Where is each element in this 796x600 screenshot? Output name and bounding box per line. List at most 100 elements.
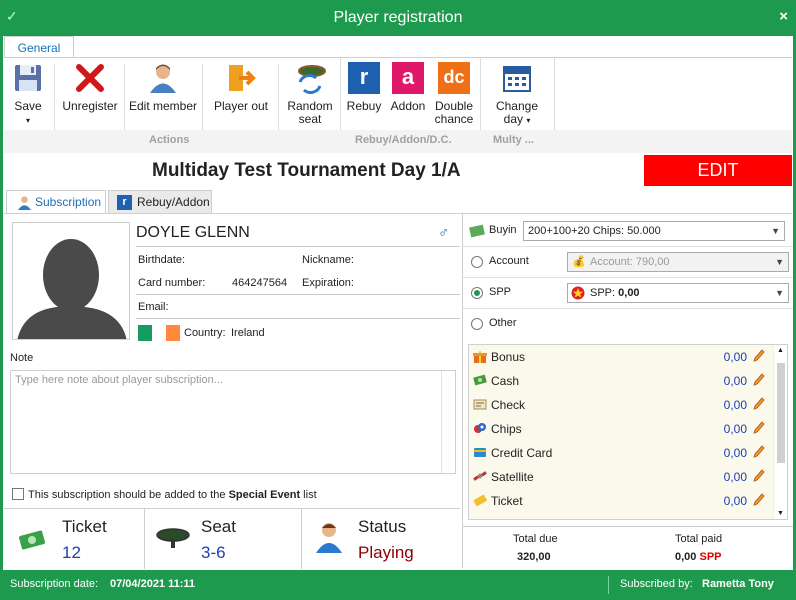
list-item[interactable]: Bonus 0,00 [469,345,773,369]
payment-name: Credit Card [491,446,553,460]
pencil-icon[interactable] [753,373,765,387]
note-scrollbar[interactable] [441,371,455,473]
scroll-up-icon[interactable]: ▲ [777,347,784,354]
note-placeholder: Type here note about player subscription… [15,374,223,386]
payment-value: 0,00 [723,374,747,388]
spp-row: SPP SPP: 0,00 ▼ [463,278,793,309]
subscribed-by-value: Rametta Tony [702,578,774,590]
special-event-tail: list [300,489,317,501]
ticket-cell: Ticket 12 [4,509,144,569]
payment-panel: Buyin 200+100+20 Chips: 50.000 ▼ Account… [462,214,793,568]
poker-table-icon [156,528,190,548]
payment-scrollbar[interactable]: ▲ ▼ [773,345,787,519]
close-icon[interactable]: × [779,8,788,25]
rebuy-button[interactable]: r Rebuy [342,58,386,130]
unregister-button[interactable]: Unregister [60,58,120,130]
list-item[interactable]: Ticket 0,00 [469,489,773,513]
save-label: Save [14,99,42,113]
double-chance-icon: dc [438,62,470,94]
change-day-button[interactable]: Change day ▾ [484,58,550,130]
ticket-money-icon [19,530,45,550]
special-event-text: This subscription should be added to the [28,489,229,501]
payment-name: Satellite [491,470,534,484]
note-textarea[interactable]: Type here note about player subscription… [10,370,456,474]
spp-select[interactable]: SPP: 0,00 ▼ [567,283,789,303]
edit-button[interactable]: EDIT [644,155,792,186]
double-chance-button[interactable]: dc Double chance [430,58,478,130]
ticket-value: 12 [62,543,81,562]
spp-value-label: SPP: [590,287,616,299]
special-event-checkbox[interactable]: This subscription should be added to the… [12,488,317,501]
title-bar: ✓ Player registration × [0,0,796,36]
subscribed-by-label: Subscribed by: [620,578,693,590]
other-label: Other [489,317,517,329]
group-multy-label: Multy ... [493,134,534,146]
tournament-title: Multiday Test Tournament Day 1/A [152,160,461,181]
scroll-thumb[interactable] [777,363,785,463]
status-label: Status [358,517,407,536]
rebuy-icon: r [348,62,380,94]
group-rebuy-label: Rebuy/Addon/D.C. [355,134,452,146]
tab-rebuy-addon[interactable]: r Rebuy/Addon [108,190,212,214]
payment-name: Cash [491,374,520,388]
list-item[interactable]: Credit Card 0,00 [469,441,773,465]
account-label: Account [489,255,529,267]
addon-label: Addon [390,99,426,113]
member-icon [150,64,176,93]
addon-button[interactable]: a Addon [386,58,430,130]
account-value: Account: 790,00 [590,256,670,268]
double-chance-label-2: chance [434,112,474,126]
spp-value: 0,00 [618,287,640,299]
gift-icon [473,351,487,363]
male-gender-icon: ♂ [438,224,450,241]
account-radio[interactable] [471,256,483,268]
tab-subscription-label: Subscription [35,195,102,209]
nickname-label: Nickname: [302,254,354,266]
pencil-icon[interactable] [753,349,765,363]
spp-radio[interactable] [471,287,483,299]
country-label: Country: [184,327,226,339]
rebuy-tab-icon: r [117,195,132,210]
country-value: Ireland [231,327,265,339]
payment-name: Chips [491,422,522,436]
list-item[interactable]: Chips 0,00 [469,417,773,441]
list-item[interactable]: Satellite 0,00 [469,465,773,489]
tab-subscription[interactable]: Subscription [6,190,106,214]
window-title: Player registration [333,9,463,26]
random-seat-label-2: seat [298,112,322,126]
flag-green [138,325,152,341]
list-item[interactable]: Cash 0,00 [469,369,773,393]
scroll-down-icon[interactable]: ▼ [777,510,784,517]
pencil-icon[interactable] [753,469,765,483]
edit-member-label: Edit member [128,99,198,113]
payment-methods-list: Bonus 0,00 Cash 0,00 Check 0,00 Chips 0,… [468,344,788,520]
player-out-button[interactable]: Player out [208,58,274,130]
spp-label: SPP [489,286,512,298]
totals-panel: Total due 320,00 Total paid 0,00 SPP [463,526,793,568]
random-seat-button[interactable]: Random seat [282,58,338,130]
payment-value: 0,00 [723,422,747,436]
payment-value: 0,00 [723,398,747,412]
save-button[interactable]: Save ▾ [6,58,50,130]
pencil-icon[interactable] [753,397,765,411]
credit-card-icon [474,448,486,457]
subscription-panel: DOYLE GLENN ♂ Birthdate: Nickname: Card … [4,213,793,569]
pencil-icon[interactable] [753,421,765,435]
expiration-label: Expiration: [302,277,354,289]
edit-member-button[interactable]: Edit member [128,58,198,130]
ribbon-tab-general[interactable]: General [4,36,74,58]
payment-name: Ticket [491,494,523,508]
tab-rebuy-label: Rebuy/Addon [137,195,210,209]
payment-name: Check [491,398,526,412]
note-label: Note [10,352,34,364]
pencil-icon[interactable] [753,493,765,507]
change-day-label-1: Change [495,99,539,113]
checkbox-box[interactable] [12,488,24,500]
player-status-icon [316,523,342,553]
other-radio[interactable] [471,318,483,330]
list-item[interactable]: Check 0,00 [469,393,773,417]
player-out-label: Player out [213,99,269,113]
pencil-icon[interactable] [753,445,765,459]
buyin-select[interactable]: 200+100+20 Chips: 50.000 ▼ [523,221,785,241]
payment-name: Bonus [491,350,526,364]
